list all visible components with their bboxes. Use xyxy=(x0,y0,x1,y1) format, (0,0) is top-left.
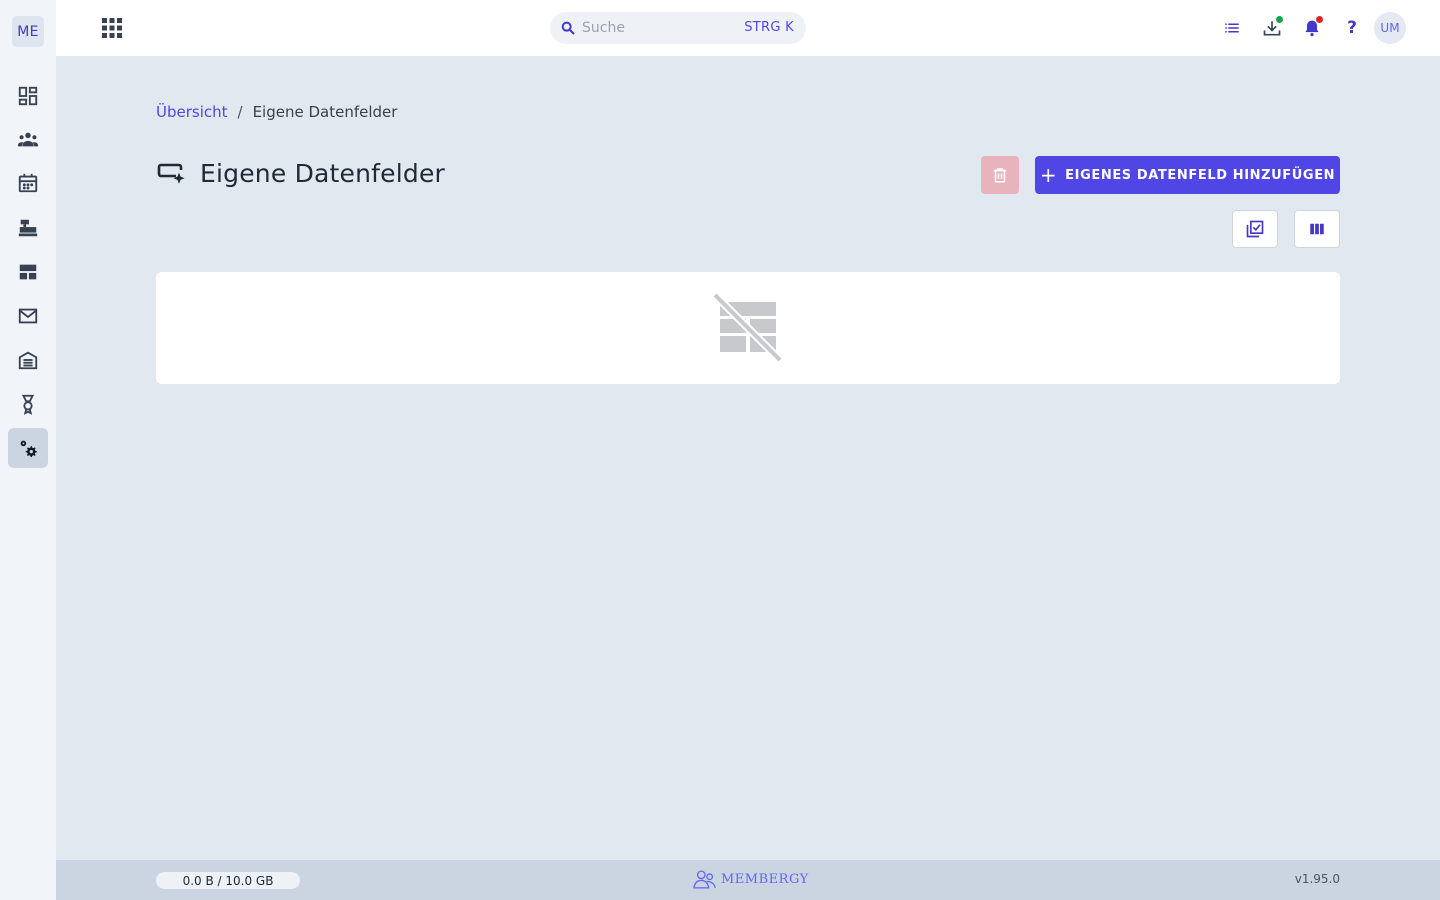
storage-usage: 0.0 B / 10.0 GB xyxy=(156,872,300,889)
sidebar: ME xyxy=(0,0,56,900)
columns-button[interactable] xyxy=(1294,210,1340,248)
sidebar-item-dashboard[interactable] xyxy=(8,76,48,116)
breadcrumb: Übersicht / Eigene Datenfelder xyxy=(156,103,397,121)
page-header: Eigene Datenfelder xyxy=(156,158,445,188)
brand-logo: MEMBERGY xyxy=(692,869,809,890)
user-avatar[interactable]: UM xyxy=(1374,12,1406,44)
delete-button[interactable] xyxy=(981,156,1019,194)
sidebar-item-calendar[interactable] xyxy=(8,163,48,203)
custom-field-icon xyxy=(157,163,185,184)
apps-grid-icon[interactable] xyxy=(100,16,124,40)
calendar-icon xyxy=(18,173,38,193)
search-shortcut-hint: STRG K xyxy=(744,20,794,35)
add-custom-field-button[interactable]: + EIGENES DATENFELD HINZUFÜGEN xyxy=(1035,156,1340,194)
download-icon[interactable] xyxy=(1260,16,1284,40)
brand-name: MEMBERGY xyxy=(721,872,809,887)
select-rows-button[interactable] xyxy=(1232,210,1278,248)
no-data-table-icon xyxy=(712,292,783,363)
sidebar-item-settings[interactable] xyxy=(8,428,48,468)
award-icon xyxy=(21,394,35,415)
breadcrumb-current: Eigene Datenfelder xyxy=(252,103,398,121)
data-table-empty xyxy=(156,272,1340,384)
list-icon[interactable] xyxy=(1220,16,1244,40)
columns-icon xyxy=(1310,223,1324,235)
settings-icon xyxy=(20,440,37,458)
page-title: Eigene Datenfelder xyxy=(200,158,446,188)
breadcrumb-separator: / xyxy=(237,103,243,121)
layout-icon xyxy=(19,264,37,280)
checklist-icon xyxy=(1246,220,1264,238)
membergy-logo-icon xyxy=(693,870,716,889)
sidebar-item-members[interactable] xyxy=(8,120,48,160)
notification-dot xyxy=(1316,16,1323,23)
sidebar-item-mail[interactable] xyxy=(8,296,48,336)
trash-icon xyxy=(994,168,1006,183)
app-version: v1.95.0 xyxy=(1294,872,1340,886)
app-logo[interactable]: ME xyxy=(12,16,44,47)
footer: 0.0 B / 10.0 GB MEMBERGY v1.95.0 xyxy=(56,860,1440,900)
sidebar-item-award[interactable] xyxy=(8,384,48,424)
plus-icon: + xyxy=(1039,163,1058,187)
search-bar[interactable]: STRG K xyxy=(550,12,806,44)
search-icon xyxy=(561,21,575,35)
breadcrumb-home-link[interactable]: Übersicht xyxy=(156,103,228,121)
help-icon[interactable]: ? xyxy=(1340,16,1364,40)
notification-bell-icon[interactable] xyxy=(1300,16,1324,40)
warehouse-icon xyxy=(18,351,38,370)
top-bar: STRG K ? UM xyxy=(56,0,1440,56)
sidebar-item-cash-register[interactable] xyxy=(8,208,48,248)
download-status-dot xyxy=(1276,16,1283,23)
cash-register-icon xyxy=(18,219,38,237)
mail-icon xyxy=(18,308,38,324)
add-custom-field-label: EIGENES DATENFELD HINZUFÜGEN xyxy=(1065,167,1336,183)
sidebar-item-layout[interactable] xyxy=(8,252,48,292)
search-input[interactable] xyxy=(582,20,722,36)
sidebar-item-warehouse[interactable] xyxy=(8,340,48,380)
members-icon xyxy=(17,132,39,147)
dashboard-icon xyxy=(18,86,38,106)
